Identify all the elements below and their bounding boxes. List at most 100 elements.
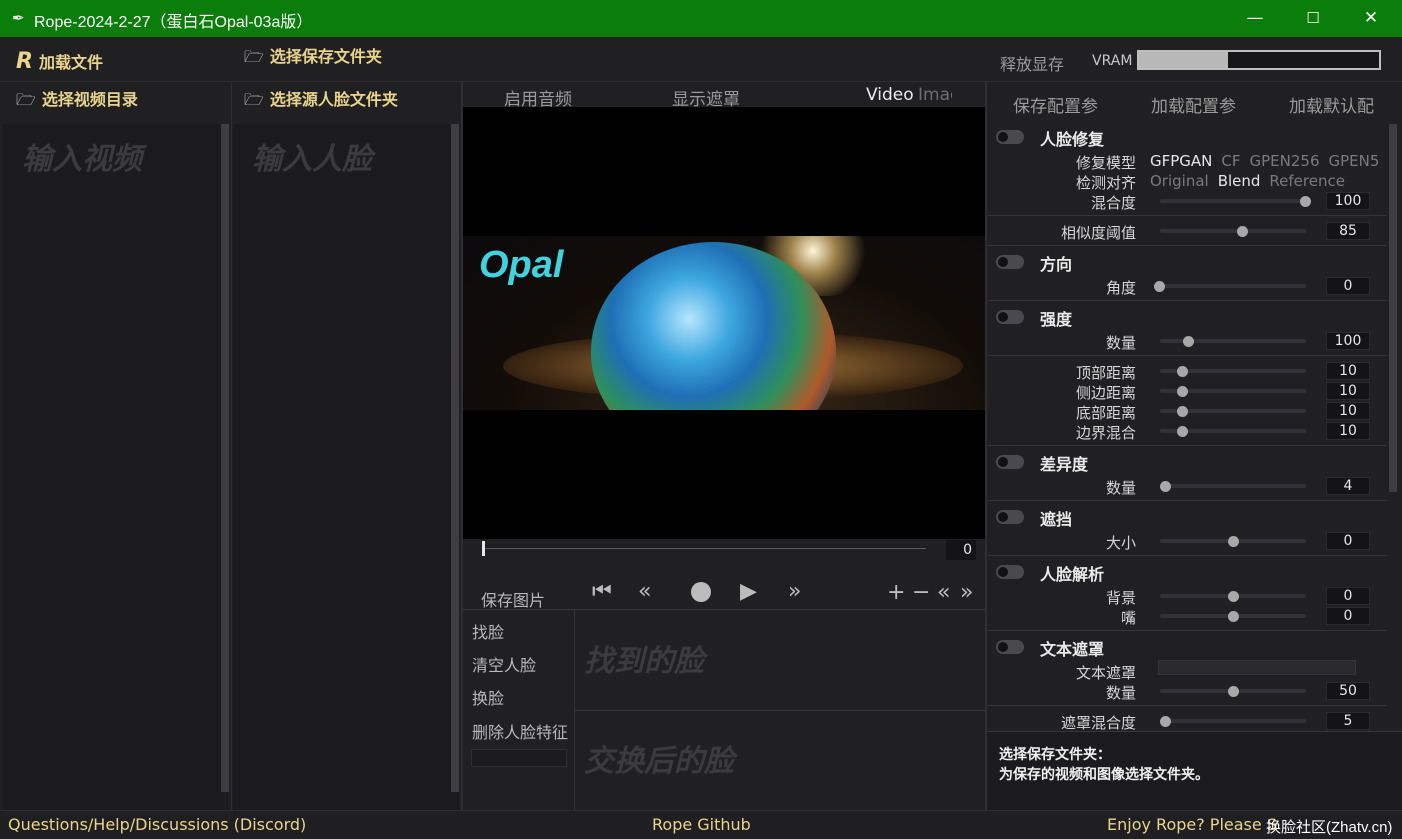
video-list-scrollbar[interactable] — [221, 124, 229, 792]
release-vram-button[interactable]: 释放显存 — [1000, 51, 1064, 75]
border-side-value[interactable]: 10 — [1326, 382, 1370, 400]
play-icon[interactable]: ▶ — [740, 579, 757, 604]
support-link[interactable]: Enjoy Rope? Please S — [1107, 815, 1277, 834]
face-parser-toggle[interactable] — [996, 565, 1024, 579]
embedding-name-field[interactable] — [471, 749, 567, 767]
slider-handle[interactable] — [1160, 481, 1171, 492]
similarity-value[interactable]: 85 — [1326, 222, 1370, 240]
slider-handle[interactable] — [1177, 366, 1188, 377]
find-faces-button[interactable]: 找脸 — [472, 619, 504, 643]
align-option-reference[interactable]: Reference — [1269, 172, 1345, 190]
clear-faces-button[interactable]: 清空人脸 — [472, 652, 536, 676]
occluder-toggle[interactable] — [996, 510, 1024, 524]
preview-brand-text: Opal — [479, 244, 564, 286]
text-mask-toggle[interactable] — [996, 640, 1024, 654]
delete-embedding-button[interactable]: 删除人脸特征 — [472, 719, 572, 741]
video-list-pane — [3, 124, 229, 810]
occluder-value[interactable]: 0 — [1326, 532, 1370, 550]
maximize-button[interactable]: ☐ — [1284, 0, 1342, 37]
vram-usage-bar — [1137, 50, 1381, 70]
video-preview[interactable]: Opal — [463, 107, 985, 539]
swap-faces-button[interactable]: 换脸 — [472, 685, 504, 709]
strength-value[interactable]: 100 — [1326, 332, 1370, 350]
minimize-button[interactable]: — — [1226, 0, 1284, 37]
align-option-blend[interactable]: Blend — [1218, 172, 1261, 190]
slider-handle[interactable] — [1228, 536, 1239, 547]
align-option-original[interactable]: Original — [1150, 172, 1209, 190]
slider-handle[interactable] — [1228, 591, 1239, 602]
mask-blend-slider[interactable] — [1160, 719, 1306, 723]
difference-amount-label: 数量 — [1105, 479, 1136, 497]
model-option-gpen256[interactable]: GPEN256 — [1250, 152, 1320, 170]
slider-handle[interactable] — [1300, 196, 1311, 207]
orientation-title: 方向 — [1040, 255, 1073, 274]
skip-to-start-icon[interactable]: ⏮ — [592, 579, 612, 604]
restore-blend-slider[interactable] — [1160, 199, 1306, 203]
border-blend-value[interactable]: 10 — [1326, 422, 1370, 440]
discord-link[interactable]: Questions/Help/Discussions (Discord) — [8, 815, 306, 834]
save-config-button[interactable]: 保存配置参 — [1013, 92, 1105, 116]
difference-slider[interactable] — [1160, 484, 1306, 488]
zoom-out-icon[interactable]: − — [912, 580, 930, 605]
rewind-icon[interactable]: « — [638, 579, 651, 604]
timeline-track[interactable] — [482, 548, 926, 549]
slider-handle[interactable] — [1237, 226, 1248, 237]
select-save-folder-button[interactable]: 🗁 选择保存文件夹 — [244, 43, 382, 73]
select-video-dir-button[interactable]: 🗁 选择视频目录 — [16, 86, 138, 116]
slider-handle[interactable] — [1160, 716, 1171, 727]
slider-handle[interactable] — [1177, 386, 1188, 397]
video-mode-tab[interactable]: Video — [866, 85, 914, 105]
similarity-slider[interactable] — [1160, 229, 1306, 233]
zoom-in-icon[interactable]: + — [887, 580, 905, 605]
mask-blend-value[interactable]: 5 — [1326, 712, 1370, 730]
slider-handle[interactable] — [1228, 611, 1239, 622]
slider-handle[interactable] — [1154, 281, 1165, 292]
load-default-button[interactable]: 加载默认配 — [1289, 92, 1381, 116]
settings-scrollbar[interactable] — [1389, 124, 1397, 492]
parser-background-value[interactable]: 0 — [1326, 587, 1370, 605]
orientation-slider[interactable] — [1160, 284, 1306, 288]
title-bar: ✒ Rope-2024-2-27（蛋白石Opal-03a版） — ☐ ✕ — [0, 0, 1402, 37]
model-option-gfpgan[interactable]: GFPGAN — [1150, 152, 1212, 170]
restore-blend-value[interactable]: 100 — [1326, 192, 1370, 210]
border-top-value[interactable]: 10 — [1326, 362, 1370, 380]
model-option-cf[interactable]: CF — [1221, 152, 1240, 170]
border-bottom-value[interactable]: 10 — [1326, 402, 1370, 420]
slider-handle[interactable] — [1177, 406, 1188, 417]
select-face-dir-button[interactable]: 🗁 选择源人脸文件夹 — [244, 86, 398, 116]
app-window: ✒ Rope-2024-2-27（蛋白石Opal-03a版） — ☐ ✕ R 加载… — [0, 0, 1402, 839]
record-icon[interactable] — [691, 582, 711, 602]
detect-align-options: Original Blend Reference — [1150, 172, 1386, 194]
prev-marker-icon[interactable]: « — [937, 580, 950, 605]
vram-usage-fill — [1139, 52, 1228, 68]
load-files-button[interactable]: R 加载文件 — [16, 49, 103, 74]
orientation-value[interactable]: 0 — [1326, 277, 1370, 295]
timeline-handle[interactable] — [482, 541, 485, 556]
slider-handle[interactable] — [1228, 686, 1239, 697]
strength-amount-label: 数量 — [1105, 334, 1136, 352]
face-restore-toggle[interactable] — [996, 130, 1024, 144]
border-top-label: 顶部距离 — [1075, 364, 1136, 382]
frame-number[interactable]: 0 — [946, 540, 976, 560]
difference-value[interactable]: 4 — [1326, 477, 1370, 495]
text-mask-title: 文本遮罩 — [1040, 640, 1105, 659]
image-mode-tab[interactable]: Imag — [918, 85, 952, 107]
slider-handle[interactable] — [1183, 336, 1194, 347]
strength-slider[interactable] — [1160, 339, 1306, 343]
save-image-button[interactable]: 保存图片 — [481, 587, 545, 611]
text-mask-input[interactable] — [1158, 660, 1356, 675]
orientation-toggle[interactable] — [996, 255, 1024, 269]
github-link[interactable]: Rope Github — [652, 815, 751, 834]
folder-icon: 🗁 — [244, 90, 264, 109]
difference-toggle[interactable] — [996, 455, 1024, 469]
fast-forward-icon[interactable]: » — [788, 579, 801, 604]
next-marker-icon[interactable]: » — [960, 580, 973, 605]
load-config-button[interactable]: 加载配置参 — [1151, 92, 1243, 116]
slider-handle[interactable] — [1177, 426, 1188, 437]
strength-toggle[interactable] — [996, 310, 1024, 324]
parser-mouth-value[interactable]: 0 — [1326, 607, 1370, 625]
source-face-scrollbar[interactable] — [451, 124, 459, 792]
text-mask-amount-value[interactable]: 50 — [1326, 682, 1370, 700]
close-button[interactable]: ✕ — [1342, 0, 1400, 37]
model-option-gpen512[interactable]: GPEN5 — [1329, 152, 1380, 170]
